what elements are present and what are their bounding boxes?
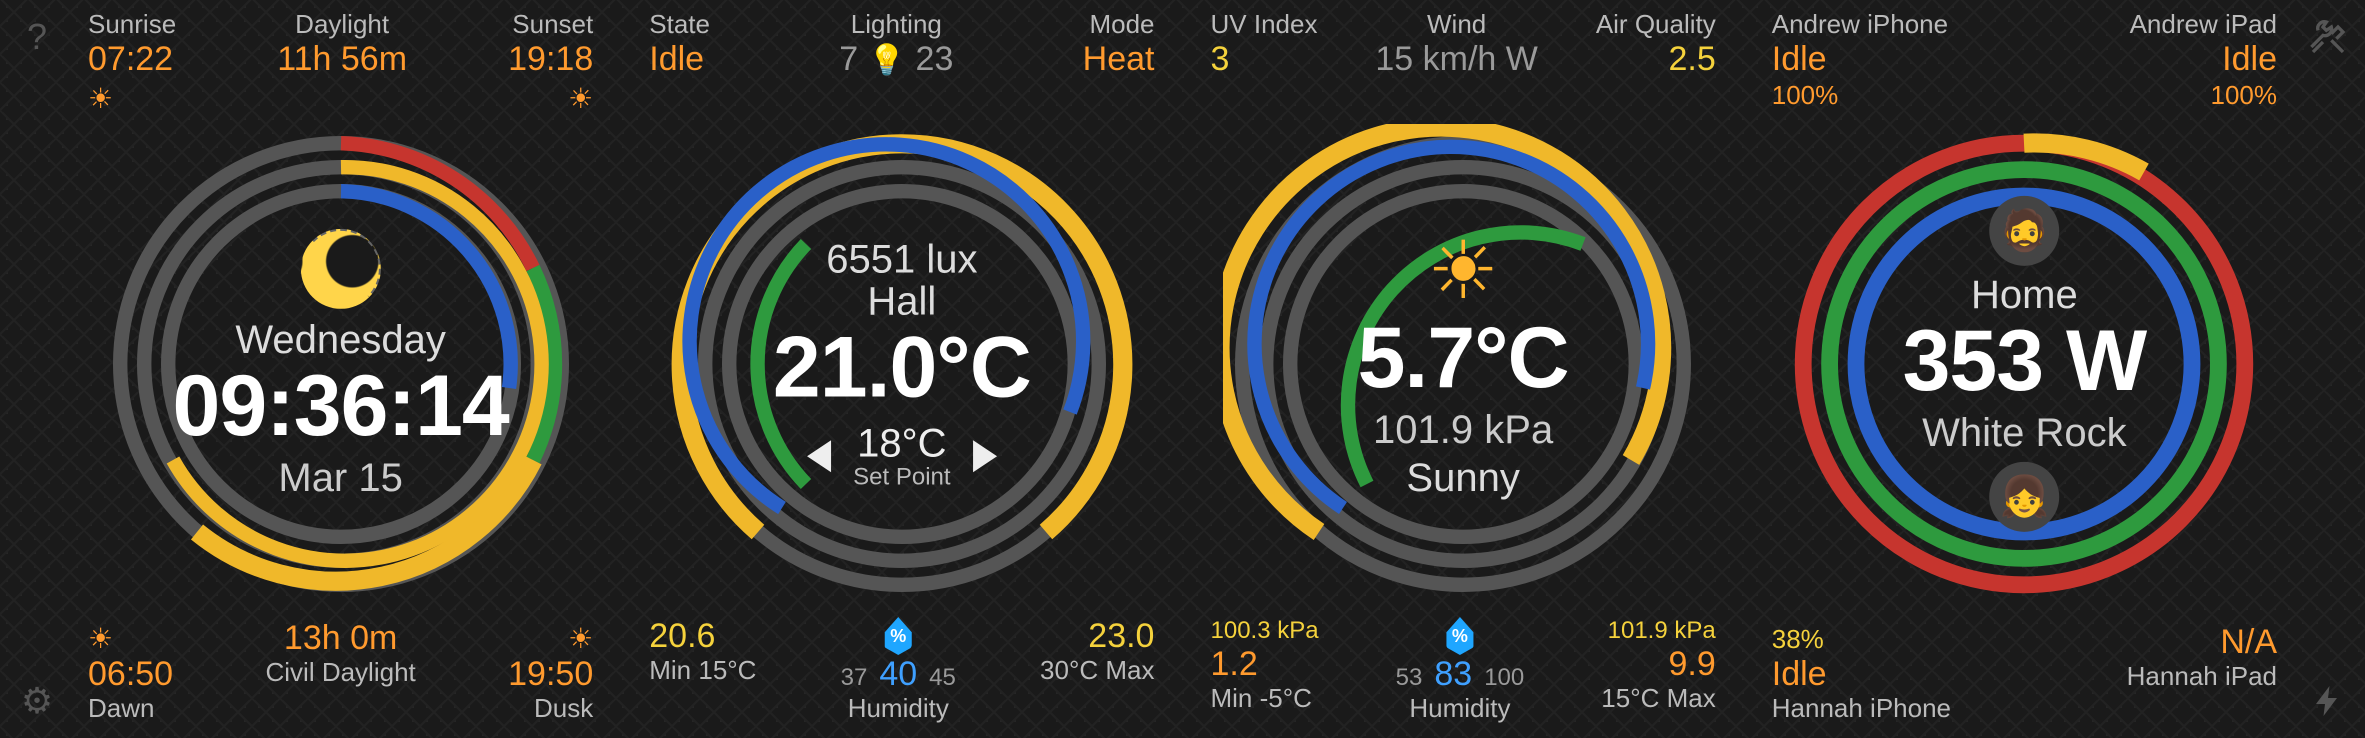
panel-presence: Andrew iPhone Idle 100% Andrew iPad Idle…: [1744, 0, 2305, 738]
stat-airquality: Air Quality 2.5: [1596, 10, 1716, 79]
pressure: 101.9 kPa: [1373, 409, 1553, 451]
bulb-icon: 💡: [868, 44, 905, 79]
weekday: Wednesday: [235, 319, 446, 361]
clock-time: 09:36:14: [172, 361, 508, 451]
stat-dusk: ☀ 19:50 Dusk: [508, 619, 593, 724]
avatar-andrew: 🧔: [1989, 196, 2059, 266]
location: White Rock: [1922, 412, 2127, 454]
setpoint-down-button[interactable]: [807, 440, 831, 472]
stat-dawn: ☀ 06:50 Dawn: [88, 619, 173, 724]
stat-state: State Idle: [649, 10, 710, 79]
stat-lighting: Lighting 7 💡 23: [839, 10, 953, 79]
sun-icon: ☀: [1427, 229, 1499, 313]
stat-wind: Wind 15 km/h W: [1375, 10, 1537, 79]
outdoor-temp: 5.7°C: [1358, 313, 1569, 403]
humidity-icon: %: [883, 617, 913, 655]
stat-indoor-humidity: % 37 40 45 Humidity: [841, 617, 956, 724]
setpoint: 18°C Set Point: [853, 423, 950, 490]
avatar-hannah: 👧: [1989, 462, 2059, 532]
dashboard: Sunrise 07:22 ☀ Daylight 11h 56m Sunset …: [60, 0, 2305, 738]
moon-icon: [301, 229, 381, 309]
stat-indoor-max: 23.0 30°C Max: [1040, 617, 1154, 724]
presence-title: Home: [1971, 274, 2078, 316]
stat-indoor-min: 20.6 Min 15°C: [649, 617, 756, 724]
stat-outdoor-min: 100.3 kPa 1.2 Min -5°C: [1211, 617, 1319, 724]
power-icon[interactable]: [2303, 676, 2353, 726]
stat-outdoor-max: 101.9 kPa 9.9 15°C Max: [1601, 617, 1715, 724]
condition: Sunny: [1406, 457, 1519, 499]
help-icon[interactable]: ?: [12, 12, 62, 62]
room-temp: 21.0°C: [773, 322, 1031, 412]
stat-hannah-ipad: N/A Hannah iPad: [2127, 623, 2277, 724]
stat-hannah-iphone: 38% Idle Hannah iPhone: [1772, 623, 1951, 724]
dusk-icon: ☀: [568, 623, 593, 655]
tools-icon[interactable]: [2303, 12, 2353, 62]
setpoint-up-button[interactable]: [973, 440, 997, 472]
clock-date: Mar 15: [278, 457, 403, 499]
stat-uv: UV Index 3: [1211, 10, 1318, 79]
settings-icon[interactable]: ⚙: [12, 676, 62, 726]
stat-mode: Mode Heat: [1083, 10, 1155, 79]
humidity-icon: %: [1445, 617, 1475, 655]
panel-weather: UV Index 3 Wind 15 km/h W Air Quality 2.…: [1183, 0, 1744, 738]
stat-outdoor-humidity: % 53 83 100 Humidity: [1396, 617, 1525, 724]
power-usage: 353 W: [1903, 316, 2147, 406]
panel-clock: Sunrise 07:22 ☀ Daylight 11h 56m Sunset …: [60, 0, 621, 738]
lux-value: 6551 lux: [826, 238, 977, 280]
stat-civil: 13h 0m Civil Daylight: [265, 619, 415, 724]
panel-thermostat: State Idle Lighting 7 💡 23 Mode Heat: [621, 0, 1182, 738]
room-name: Hall: [867, 280, 936, 322]
dawn-icon: ☀: [88, 623, 113, 655]
